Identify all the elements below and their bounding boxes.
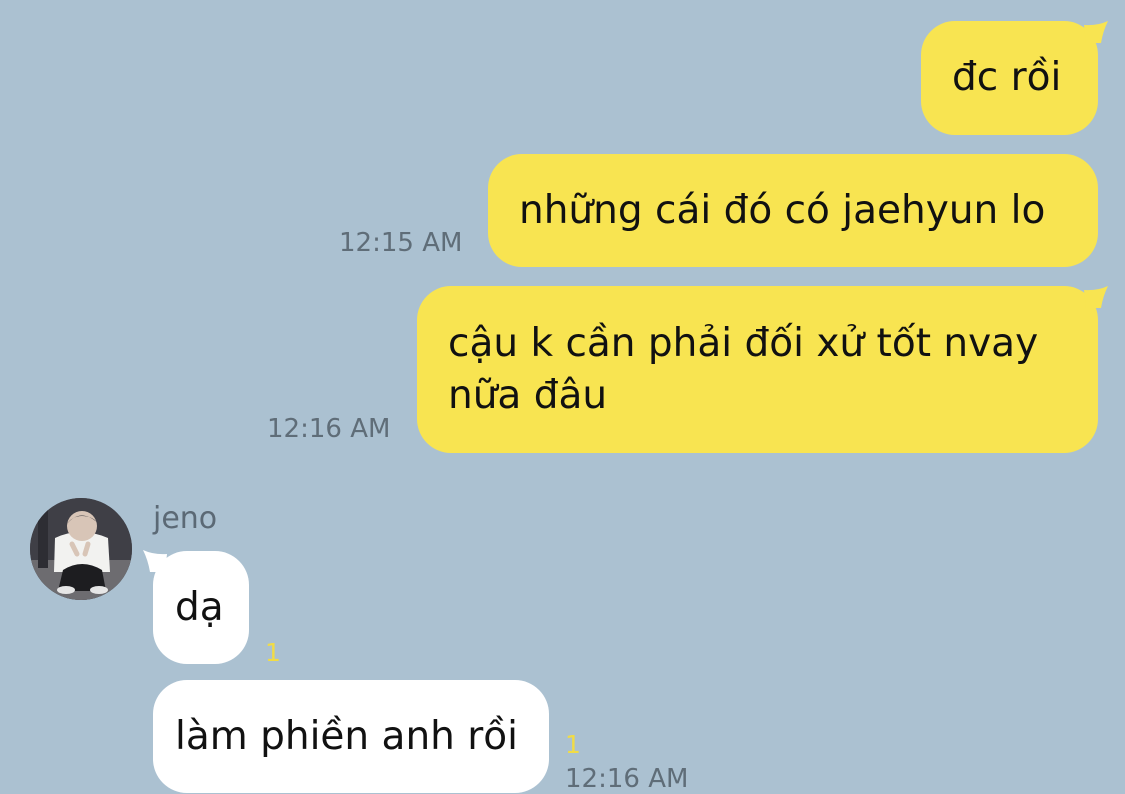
sent-message-bubble[interactable]: đc rồi <box>921 21 1098 135</box>
message-timestamp: 12:16 AM <box>565 764 689 794</box>
unread-count: 1 <box>265 638 281 667</box>
chat-message-list[interactable]: đc rồi những cái đó có jaehyun lo 12:15 … <box>0 0 1125 794</box>
message-timestamp: 12:16 AM <box>267 414 391 444</box>
sent-bubble-tail-icon <box>1084 21 1108 43</box>
message-timestamp: 12:15 AM <box>339 228 463 258</box>
sent-message-text: những cái đó có jaehyun lo <box>519 188 1046 233</box>
sent-bubble-tail-icon <box>1084 286 1108 308</box>
unread-count: 1 <box>565 730 581 759</box>
contact-avatar[interactable] <box>30 498 132 600</box>
received-message-text: dạ <box>175 585 224 630</box>
received-message-bubble[interactable]: làm phiền anh rồi <box>153 680 549 793</box>
profile-photo-icon <box>30 498 132 600</box>
received-message-bubble[interactable]: dạ <box>153 551 249 664</box>
sent-message-bubble[interactable]: những cái đó có jaehyun lo <box>488 154 1098 267</box>
sender-name: jeno <box>153 501 218 536</box>
sent-message-text: đc rồi <box>952 55 1062 100</box>
sent-message-bubble[interactable]: cậu k cần phải đối xử tốt nvay nữa đâu <box>417 286 1098 453</box>
received-message-text: làm phiền anh rồi <box>175 714 519 759</box>
sent-message-text: cậu k cần phải đối xử tốt nvay <box>448 321 1039 366</box>
sent-message-text: nữa đâu <box>448 373 608 418</box>
received-bubble-tail-icon <box>143 550 167 572</box>
